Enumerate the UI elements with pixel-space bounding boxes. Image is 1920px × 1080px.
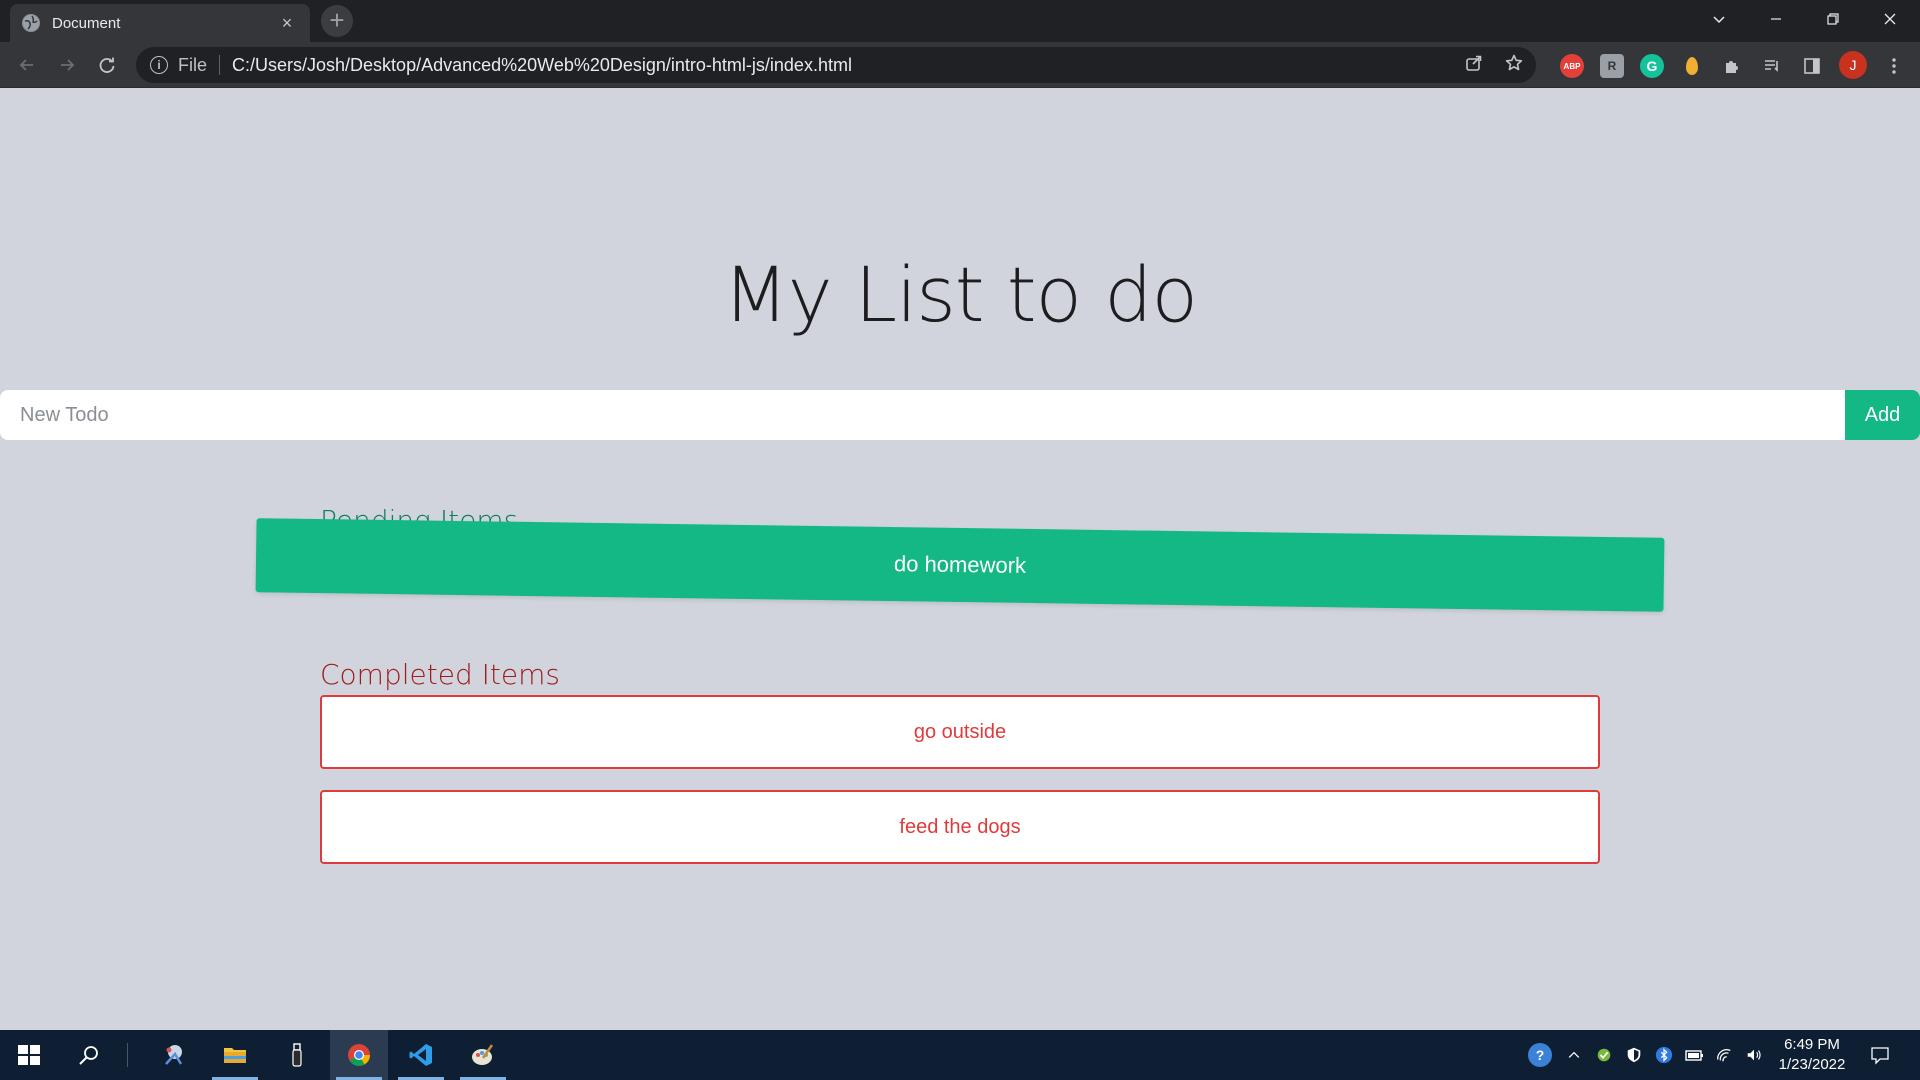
globe-icon	[22, 14, 40, 32]
page-content: My List to do Add Pending Items do homew…	[0, 88, 1920, 1030]
url-text[interactable]: C:/Users/Josh/Desktop/Advanced%20Web%20D…	[232, 55, 1464, 76]
back-icon[interactable]	[12, 50, 42, 80]
help-icon[interactable]: ?	[1528, 1043, 1552, 1067]
new-tab-button[interactable]: +	[321, 5, 353, 37]
clock-time: 6:49 PM	[1784, 1036, 1840, 1053]
completed-item[interactable]: feed the dogs	[320, 790, 1600, 864]
sync-status-icon[interactable]	[1594, 1045, 1614, 1065]
tab-search-icon[interactable]	[1692, 0, 1746, 38]
info-icon[interactable]: i	[150, 56, 168, 74]
pending-item[interactable]: do homework	[255, 518, 1665, 612]
share-icon[interactable]	[1464, 53, 1484, 78]
omnibox-divider	[219, 55, 221, 75]
forward-icon[interactable]	[52, 50, 82, 80]
extensions-puzzle-icon[interactable]	[1720, 54, 1744, 78]
browser-tab[interactable]: Document ×	[10, 4, 310, 42]
profile-avatar[interactable]: J	[1839, 51, 1867, 79]
windows-start-icon[interactable]	[0, 1030, 58, 1080]
bookmark-star-icon[interactable]	[1504, 53, 1524, 78]
restore-icon[interactable]	[1806, 0, 1860, 38]
reading-list-icon[interactable]	[1760, 54, 1784, 78]
security-shield-icon[interactable]	[1624, 1045, 1644, 1065]
notifications-icon[interactable]	[1868, 1043, 1892, 1067]
address-bar[interactable]: i File C:/Users/Josh/Desktop/Advanced%20…	[136, 47, 1536, 83]
extension-icon[interactable]: R	[1600, 54, 1624, 78]
completed-item[interactable]: go outside	[320, 695, 1600, 769]
file-explorer-icon[interactable]	[206, 1030, 264, 1080]
taskbar-divider	[127, 1043, 128, 1067]
battery-icon[interactable]	[1684, 1045, 1704, 1065]
adblock-extension-icon[interactable]: ABP	[1560, 54, 1584, 78]
reload-icon[interactable]	[92, 50, 122, 80]
add-button[interactable]: Add	[1845, 390, 1920, 440]
usb-drive-icon[interactable]	[268, 1030, 326, 1080]
grammarly-extension-icon[interactable]: G	[1640, 54, 1664, 78]
browser-toolbar: i File C:/Users/Josh/Desktop/Advanced%20…	[0, 42, 1920, 88]
search-icon[interactable]	[60, 1030, 118, 1080]
page-title: My List to do	[723, 250, 1198, 339]
url-scheme-label: File	[178, 54, 208, 75]
side-panel-icon[interactable]	[1800, 54, 1824, 78]
honey-extension-icon[interactable]	[1686, 57, 1698, 75]
tab-close-icon[interactable]: ×	[276, 13, 298, 34]
clock-date: 1/23/2022	[1778, 1056, 1846, 1073]
volume-icon[interactable]	[1744, 1045, 1764, 1065]
tab-title: Document	[52, 14, 121, 32]
snipping-tool-icon[interactable]	[145, 1030, 203, 1080]
chevron-up-icon[interactable]	[1564, 1045, 1584, 1065]
wifi-icon[interactable]	[1714, 1045, 1734, 1065]
paint-icon[interactable]	[454, 1030, 512, 1080]
taskbar-clock[interactable]: 6:49 PM 1/23/2022	[1772, 1035, 1852, 1075]
browser-tab-strip: Document × +	[0, 0, 1920, 42]
vscode-icon[interactable]	[392, 1030, 450, 1080]
minimize-icon[interactable]	[1749, 0, 1803, 38]
browser-menu-icon[interactable]	[1882, 54, 1906, 78]
close-window-icon[interactable]	[1863, 0, 1917, 38]
new-todo-input[interactable]	[0, 390, 1845, 440]
bluetooth-icon[interactable]	[1654, 1045, 1674, 1065]
chrome-taskbar-icon[interactable]	[330, 1030, 388, 1080]
windows-taskbar: ? 6:49 PM 1/23/2022	[0, 1030, 1920, 1080]
completed-items-heading: Completed Items	[320, 658, 560, 691]
